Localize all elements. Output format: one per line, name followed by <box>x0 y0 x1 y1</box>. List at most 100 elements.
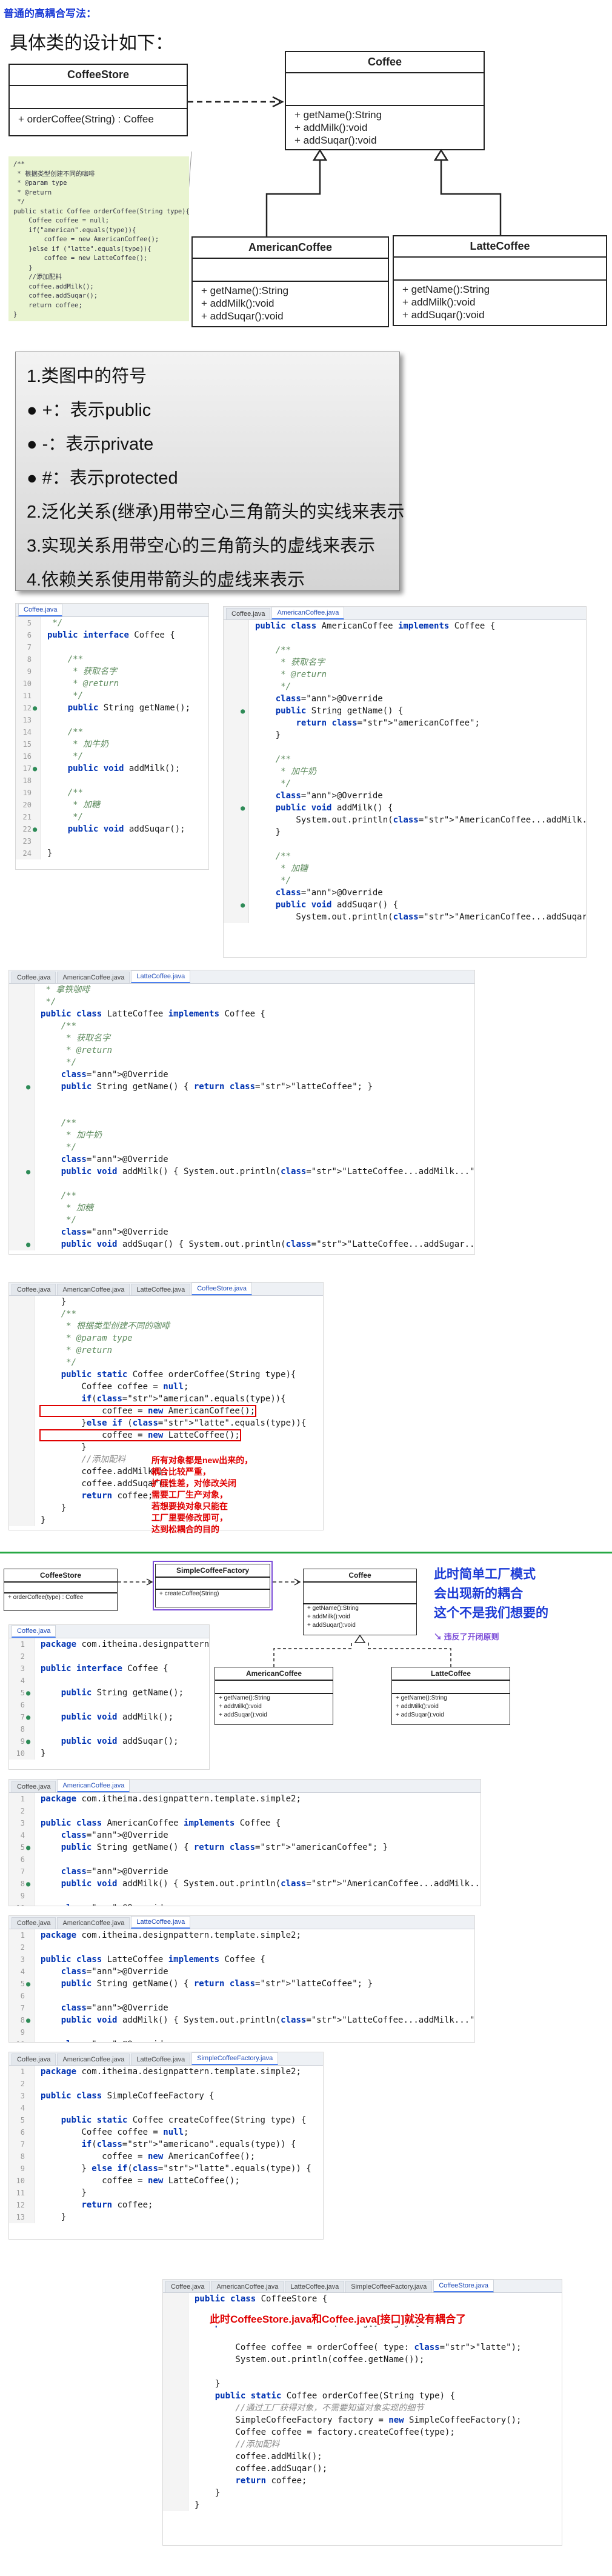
ide-pane-simple-factory: Coffee.java AmericanCoffee.java LatteCoffe… <box>8 2052 324 2240</box>
code-editor[interactable]: * 拿铁咖啡 */ public class LatteCoffee implem… <box>9 984 474 1250</box>
implements-marker-icon[interactable]: ● <box>26 1735 30 1747</box>
ide-pane-american-coffee-2: Coffee.java AmericanCoffee.java 1 package c… <box>8 1779 481 1906</box>
line-number: 8 <box>20 1725 25 1733</box>
editor-tab[interactable]: AmericanCoffee.java <box>57 1917 130 1929</box>
code-line: 9 * 获取名字 <box>16 666 208 678</box>
code-line: 9 <box>9 2026 474 2038</box>
editor-tab[interactable]: Coffee.java <box>165 2281 210 2292</box>
code-editor[interactable]: 5 */6 public interface Coffee {7 8 /** 9 * … <box>16 617 208 859</box>
implements-marker-icon[interactable]: ● <box>26 1081 30 1093</box>
editor-tab[interactable]: AmericanCoffee.java <box>211 2281 284 2292</box>
coupling-note-line: 扩展性差，对修改关闭 <box>151 1478 236 1488</box>
code-text: public interface Coffee { <box>41 1664 168 1673</box>
editor-tab[interactable]: Coffee.java <box>226 608 271 619</box>
line-number: 10 <box>10 1902 25 1906</box>
editor-tab[interactable]: AmericanCoffee.java <box>57 1284 130 1295</box>
line-number: 9 <box>20 2028 25 2037</box>
editor-tab-bar: Coffee.java AmericanCoffee.java LatteCoffe… <box>163 2280 562 2293</box>
code-text: Coffee coffee = null; <box>41 2127 189 2137</box>
code-text: public void addMilk() { System.out.print… <box>61 1879 481 1889</box>
editor-tab[interactable]: LatteCoffee.java <box>131 2054 191 2065</box>
code-text: System.out.println(class="str">"American… <box>255 912 586 922</box>
implements-marker-icon[interactable]: ● <box>26 2014 30 2026</box>
implements-marker-icon[interactable]: ● <box>26 1166 30 1178</box>
editor-tab[interactable]: AmericanCoffee.java <box>271 607 345 619</box>
line-number: 6 <box>20 2128 25 2137</box>
code-line: * @return <box>9 1344 323 1356</box>
code-line: * 加牛奶 <box>9 1129 474 1141</box>
editor-tab[interactable]: Coffee.java <box>12 2054 56 2065</box>
code-text: * 加糖 <box>255 864 308 873</box>
implements-marker-icon[interactable]: ● <box>26 1978 30 1990</box>
code-text: public void addMilk(); <box>67 764 181 773</box>
code-editor[interactable]: 1 package com.itheima.designpattern.templ… <box>9 2066 323 2223</box>
implements-marker-icon[interactable]: ● <box>33 823 37 835</box>
code-line: Coffee coffee = orderCoffee( type: class… <box>163 2341 562 2354</box>
editor-tab[interactable]: AmericanCoffee.java <box>57 1780 130 1792</box>
editor-tab[interactable]: Coffee.java <box>18 604 63 616</box>
line-number: 1 <box>20 1640 25 1649</box>
code-line: */ <box>9 996 474 1008</box>
editor-tab[interactable]: CoffeeStore.java <box>191 1283 253 1295</box>
code-line: coffee.addSuqar(); <box>163 2463 562 2475</box>
code-text: class="ann">@Override <box>61 1967 168 1977</box>
code-line: /** <box>9 1117 474 1129</box>
editor-tab[interactable]: Coffee.java <box>12 972 56 983</box>
implements-marker-icon[interactable]: ● <box>26 1711 30 1723</box>
editor-tab[interactable]: LatteCoffee.java <box>131 970 191 983</box>
legend-line: 1.类图中的符号 <box>27 367 147 386</box>
code-line: 10 coffee = new LatteCoffee(); <box>9 2175 323 2187</box>
code-text: public class SimpleCoffeeFactory { <box>41 2091 215 2101</box>
code-editor[interactable]: 1 package com.itheima.designpattern.templ… <box>9 1793 481 1906</box>
implements-marker-icon[interactable]: ● <box>26 1841 30 1854</box>
editor-tab[interactable]: Coffee.java <box>12 1917 56 1929</box>
code-line: * 获取名字 <box>224 656 586 669</box>
code-line: 8 <box>9 1723 209 1735</box>
implements-marker-icon[interactable]: ● <box>33 762 37 775</box>
editor-tab[interactable]: LatteCoffee.java <box>131 1916 191 1929</box>
code-editor[interactable]: 1 package com.itheima.designpattern.templ… <box>9 1638 209 1760</box>
implements-marker-icon[interactable]: ● <box>26 1878 30 1890</box>
code-text: public static Coffee createCoffee(String… <box>61 2115 307 2125</box>
code-text: if(class="str">"american".equals(type)){ <box>81 1394 286 1404</box>
implements-marker-icon[interactable]: ● <box>241 705 245 717</box>
implements-marker-icon[interactable]: ● <box>26 1687 30 1699</box>
line-number: 6 <box>20 1992 25 2000</box>
editor-tab[interactable]: Coffee.java <box>12 1284 56 1295</box>
code-text: /** <box>47 788 84 798</box>
code-text: * 根据类型创建不同的咖啡 <box>41 1321 170 1331</box>
code-text: Coffee coffee = orderCoffee( type: class… <box>195 2343 522 2352</box>
editor-tab[interactable]: LatteCoffee.java <box>285 2281 345 2292</box>
implements-marker-icon[interactable]: ● <box>241 899 245 911</box>
implements-marker-icon[interactable]: ● <box>26 1238 30 1250</box>
code-text: public void addSuqar() { System.out.prin… <box>61 1240 475 1249</box>
editor-tab[interactable]: LatteCoffee.java <box>131 1284 191 1295</box>
editor-tab[interactable]: CoffeeStore.java <box>433 2280 494 2292</box>
code-text: coffee = new AmericanCoffee(); <box>39 1405 257 1417</box>
code-line: 8 coffee = new AmericanCoffee(); <box>9 2151 323 2163</box>
code-line: public class CoffeeStore { <box>163 2293 562 2305</box>
implements-marker-icon[interactable]: ● <box>241 802 245 814</box>
code-line: 10} <box>9 1747 209 1760</box>
line-number: 10 <box>16 2177 25 2185</box>
editor-tab[interactable]: AmericanCoffee.java <box>57 2054 130 2065</box>
implements-marker-icon[interactable]: ● <box>33 702 37 714</box>
coupling-note: 所有对象都是new出来的， 耦合比较严重， 扩展性差，对修改关闭 需要工厂生产对象，若… <box>151 1455 253 1535</box>
editor-tab[interactable]: Coffee.java <box>12 1781 56 1792</box>
editor-tab[interactable]: SimpleCoffeeFactory.java <box>191 2052 279 2065</box>
code-line: 7 class="ann">@Override <box>9 1866 481 1878</box>
code-line: /** <box>224 850 586 863</box>
editor-tab[interactable]: Coffee.java <box>12 1625 56 1638</box>
code-note-line: } <box>13 311 18 318</box>
code-line: ● public String getName() { <box>224 705 586 717</box>
code-editor[interactable]: 1 package com.itheima.designpattern.templ… <box>9 1929 474 2042</box>
code-text: * 加糖 <box>41 1203 94 1213</box>
line-number: 19 <box>22 789 32 797</box>
code-text: public class AmericanCoffee implements C… <box>255 621 496 631</box>
editor-tab[interactable]: SimpleCoffeeFactory.java <box>345 2281 433 2292</box>
code-editor[interactable]: public class AmericanCoffee implements C… <box>224 620 586 923</box>
code-editor[interactable]: public class CoffeeStore { public static… <box>163 2293 562 2511</box>
editor-tab[interactable]: AmericanCoffee.java <box>57 972 130 983</box>
